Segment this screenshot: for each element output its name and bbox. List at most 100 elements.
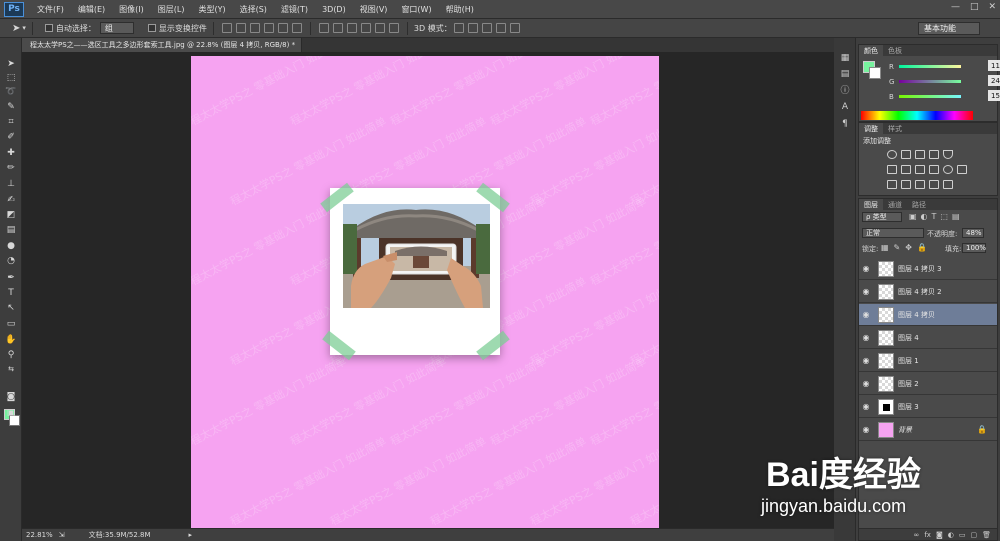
color-spectrum[interactable] xyxy=(861,111,973,120)
gradient-map-icon[interactable] xyxy=(943,180,953,189)
canvas-area[interactable]: 程太太学PS之 零基础入门 如此简单 程太太学PS之 零基础入门 如此简单 程太太学… xyxy=(22,52,834,528)
quick-select-tool-icon[interactable]: ✎ xyxy=(5,101,17,112)
menu-filter[interactable]: 滤镜(T) xyxy=(274,4,315,15)
tab-paths[interactable]: 路径 xyxy=(907,199,931,210)
eye-icon[interactable]: ◉ xyxy=(859,310,873,319)
chevron-down-icon[interactable]: ▾ xyxy=(22,24,26,32)
character-panel-icon[interactable]: A xyxy=(839,101,851,112)
history-panel-icon[interactable]: ▦ xyxy=(839,52,851,63)
threshold-icon[interactable] xyxy=(915,180,925,189)
shape-tool-icon[interactable]: ▭ xyxy=(5,318,17,329)
move-tool-icon[interactable]: ➤ xyxy=(5,58,17,69)
paragraph-panel-icon[interactable]: ¶ xyxy=(839,118,851,129)
layer-row[interactable]: ◉ 图层 1 xyxy=(859,350,997,372)
clone-stamp-tool-icon[interactable]: ⊥ xyxy=(5,178,17,189)
eye-icon[interactable]: ◉ xyxy=(859,402,873,411)
menu-view[interactable]: 视图(V) xyxy=(353,4,395,15)
b-slider[interactable] xyxy=(899,95,961,98)
move-tool-preset-icon[interactable]: ➤ xyxy=(12,23,20,34)
curves-icon[interactable] xyxy=(915,150,925,159)
eye-icon[interactable]: ◉ xyxy=(859,356,873,365)
mask-icon[interactable]: ◙ xyxy=(936,531,943,539)
panel-bg-swatch[interactable] xyxy=(869,67,881,79)
layer-row[interactable]: ◉ 图层 4 xyxy=(859,327,997,349)
menu-edit[interactable]: 编辑(E) xyxy=(71,4,112,15)
document-tab[interactable]: 程太太学PS之——选区工具之多边形套索工具.jpg @ 22.8% (图层 4 … xyxy=(22,38,302,52)
show-transform-checkbox[interactable] xyxy=(147,24,156,32)
zoom-level[interactable]: 22.81% xyxy=(26,531,53,539)
g-slider[interactable] xyxy=(899,80,961,83)
dodge-tool-icon[interactable]: ◔ xyxy=(5,255,17,266)
distribute-left-icon[interactable] xyxy=(360,23,371,33)
align-hcenter-icon[interactable] xyxy=(277,23,288,33)
pen-tool-icon[interactable]: ✒ xyxy=(5,272,17,283)
3d-rotate-icon[interactable] xyxy=(453,23,464,33)
new-layer-icon[interactable]: ▢ xyxy=(970,531,977,539)
auto-select-checkbox[interactable] xyxy=(44,24,53,32)
maximize-button[interactable]: □ xyxy=(970,2,979,12)
3d-roll-icon[interactable] xyxy=(467,23,478,33)
tab-styles[interactable]: 样式 xyxy=(883,123,907,134)
photo-filter-icon[interactable] xyxy=(929,165,939,174)
history-brush-tool-icon[interactable]: ✍ xyxy=(5,194,17,205)
menu-help[interactable]: 帮助(H) xyxy=(439,4,481,15)
blend-mode-dropdown[interactable]: 正常 xyxy=(862,228,924,238)
eraser-tool-icon[interactable]: ◩ xyxy=(5,209,17,220)
menu-window[interactable]: 窗口(W) xyxy=(394,4,438,15)
properties-panel-icon[interactable]: ▤ xyxy=(839,68,851,79)
trash-icon[interactable]: 🗑 xyxy=(982,531,991,539)
exposure-icon[interactable] xyxy=(929,150,939,159)
3d-slide-icon[interactable] xyxy=(495,23,506,33)
blur-tool-icon[interactable]: ● xyxy=(5,240,17,251)
distribute-right-icon[interactable] xyxy=(388,23,399,33)
align-top-icon[interactable] xyxy=(221,23,232,33)
auto-select-dropdown[interactable]: 组 xyxy=(99,22,134,34)
tab-layers[interactable]: 图层 xyxy=(859,199,883,210)
g-value[interactable]: 246 xyxy=(988,75,1000,86)
posterize-icon[interactable] xyxy=(901,180,911,189)
eye-icon[interactable]: ◉ xyxy=(859,379,873,388)
r-slider[interactable] xyxy=(899,65,961,68)
distribute-top-icon[interactable] xyxy=(318,23,329,33)
levels-icon[interactable] xyxy=(901,150,911,159)
layer-row-background[interactable]: ◉ 背景 🔒 xyxy=(859,419,997,441)
close-button[interactable]: ✕ xyxy=(988,2,996,12)
brush-tool-icon[interactable]: ✏ xyxy=(5,162,17,173)
black-white-icon[interactable] xyxy=(915,165,925,174)
layer-row[interactable]: ◉ 图层 2 xyxy=(859,373,997,395)
eye-icon[interactable]: ◉ xyxy=(859,264,873,273)
lasso-tool-icon[interactable]: ➰ xyxy=(5,86,17,97)
align-right-icon[interactable] xyxy=(291,23,302,33)
crop-tool-icon[interactable]: ⌗ xyxy=(5,116,17,127)
menu-select[interactable]: 选择(S) xyxy=(233,4,274,15)
eye-icon[interactable]: ◉ xyxy=(859,425,873,434)
tab-color[interactable]: 颜色 xyxy=(859,45,883,56)
3d-scale-icon[interactable] xyxy=(509,23,520,33)
healing-brush-tool-icon[interactable]: ✚ xyxy=(5,147,17,158)
layer-row[interactable]: ◉ 图层 4 拷贝 3 xyxy=(859,258,997,280)
align-bottom-icon[interactable] xyxy=(249,23,260,33)
export-icon[interactable]: ⇲ xyxy=(59,531,65,539)
eyedropper-tool-icon[interactable]: ✐ xyxy=(5,131,17,142)
tab-channels[interactable]: 通道 xyxy=(883,199,907,210)
selective-color-icon[interactable] xyxy=(929,180,939,189)
marquee-tool-icon[interactable]: ⬚ xyxy=(5,72,17,83)
invert-icon[interactable] xyxy=(887,180,897,189)
tab-swatches[interactable]: 色板 xyxy=(883,45,907,56)
align-left-icon[interactable] xyxy=(263,23,274,33)
layer-filter-dropdown[interactable]: ρ 类型 xyxy=(862,212,902,222)
workspace-dropdown[interactable]: 基本功能 xyxy=(918,22,980,35)
distribute-hcenter-icon[interactable] xyxy=(374,23,385,33)
eye-icon[interactable]: ◉ xyxy=(859,333,873,342)
close-tab-icon[interactable]: × xyxy=(301,41,302,49)
layer-row[interactable]: ◉ 图层 3 xyxy=(859,396,997,418)
info-panel-icon[interactable]: ⓘ xyxy=(839,84,851,96)
menu-3d[interactable]: 3D(D) xyxy=(315,5,353,14)
channel-mixer-icon[interactable] xyxy=(943,165,953,174)
swap-colors-icon[interactable]: ⇆ xyxy=(5,363,17,374)
document-canvas[interactable]: 程太太学PS之 零基础入门 如此简单 程太太学PS之 零基础入门 如此简单 程太太学… xyxy=(191,56,659,528)
document-info[interactable]: 文档:35.9M/52.8M xyxy=(89,530,151,540)
opacity-input[interactable]: 48% xyxy=(962,228,984,238)
hue-saturation-icon[interactable] xyxy=(887,165,897,174)
screen-mode-icon[interactable]: ▣ xyxy=(5,407,17,418)
